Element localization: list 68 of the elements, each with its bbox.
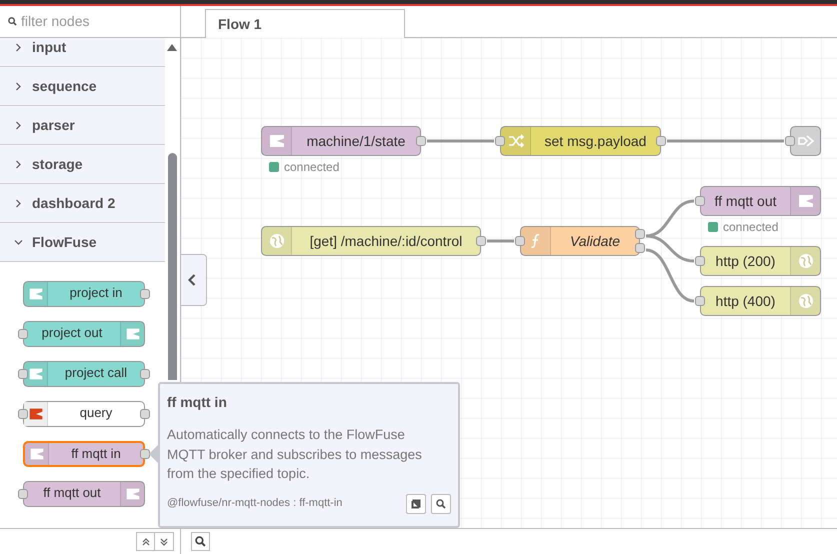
input-port[interactable] xyxy=(695,196,705,206)
scroll-up-icon[interactable] xyxy=(167,44,177,51)
tooltip-title: ff mqtt in xyxy=(167,393,228,412)
palette-category[interactable]: input xyxy=(0,38,165,67)
flow-node[interactable]: machine/1/state xyxy=(261,126,421,156)
output-port[interactable] xyxy=(416,136,426,146)
sidebar-toggle-button[interactable] xyxy=(181,254,207,306)
input-port[interactable] xyxy=(18,369,28,379)
chevron-icon xyxy=(15,42,22,52)
output-port[interactable] xyxy=(635,243,645,253)
search-button[interactable] xyxy=(431,494,451,514)
input-port[interactable] xyxy=(695,256,705,266)
input-port[interactable] xyxy=(18,489,28,499)
search-field[interactable]: filter nodes xyxy=(21,11,172,32)
input-port[interactable] xyxy=(18,409,28,419)
flow-node[interactable]: Validate xyxy=(520,226,640,256)
input-port[interactable] xyxy=(495,136,505,146)
output-port[interactable] xyxy=(140,409,150,419)
double-chevron-down-icon xyxy=(160,538,168,546)
wire[interactable] xyxy=(646,234,694,262)
chevron-icon xyxy=(14,238,23,246)
chevron-icon xyxy=(15,160,22,168)
chevron-left-icon xyxy=(188,274,196,286)
palette-category[interactable]: dashboard 2 xyxy=(0,184,165,223)
output-port[interactable] xyxy=(656,136,666,146)
output-port[interactable] xyxy=(476,236,486,246)
output-port[interactable] xyxy=(140,289,150,299)
palette-node[interactable]: ff mqtt out xyxy=(23,481,145,507)
output-port[interactable] xyxy=(140,369,150,379)
flow-node[interactable] xyxy=(790,126,821,156)
palette-category[interactable]: sequence xyxy=(0,67,165,106)
search-icon xyxy=(195,536,206,547)
flow-tab[interactable]: Flow 1 xyxy=(205,9,405,38)
search-button[interactable] xyxy=(191,532,210,551)
palette-category[interactable]: parser xyxy=(0,106,165,145)
palette-category[interactable]: FlowFuse xyxy=(0,223,165,262)
flow-node[interactable]: http (400) xyxy=(700,286,821,316)
palette-node[interactable]: ff mqtt in xyxy=(23,441,145,467)
scrollbar-thumb[interactable] xyxy=(168,153,176,380)
palette-node[interactable]: project in xyxy=(23,281,145,307)
output-port[interactable] xyxy=(140,449,150,459)
wire[interactable] xyxy=(646,248,694,302)
status-text: connected xyxy=(284,159,340,176)
input-port[interactable] xyxy=(695,296,705,306)
search-icon xyxy=(8,17,17,26)
chevron-icon xyxy=(15,120,22,130)
double-chevron-up-icon xyxy=(142,538,150,546)
input-port[interactable] xyxy=(785,136,795,146)
output-port[interactable] xyxy=(635,229,645,239)
module-name: @flowfuse/nr-mqtt-nodes : ff-mqtt-in xyxy=(167,496,342,512)
input-port[interactable] xyxy=(18,329,28,339)
flow-node[interactable]: set msg.payload xyxy=(500,126,661,156)
help-book-button[interactable] xyxy=(406,494,426,514)
flow-node[interactable]: http (200) xyxy=(700,246,821,276)
expand-all-button[interactable] xyxy=(155,532,174,551)
tooltip-description: Automatically connects to the FlowFuse MQTT broker and subscribes to messages from the specified topic. xyxy=(167,426,423,483)
collapse-all-button[interactable] xyxy=(136,532,155,551)
palette-node[interactable]: query xyxy=(23,401,145,427)
status-text: connected xyxy=(723,219,778,236)
flow-node[interactable]: [get] /machine/:id/control xyxy=(261,226,481,256)
palette-category[interactable]: storage xyxy=(0,145,165,184)
search-icon xyxy=(436,498,446,508)
chevron-icon xyxy=(15,82,22,90)
palette-node[interactable]: project out xyxy=(23,321,145,347)
input-port[interactable] xyxy=(515,236,525,246)
flow-node[interactable]: ff mqtt out xyxy=(700,186,821,216)
chevron-icon xyxy=(15,198,22,208)
palette-node[interactable]: project call xyxy=(23,361,145,387)
